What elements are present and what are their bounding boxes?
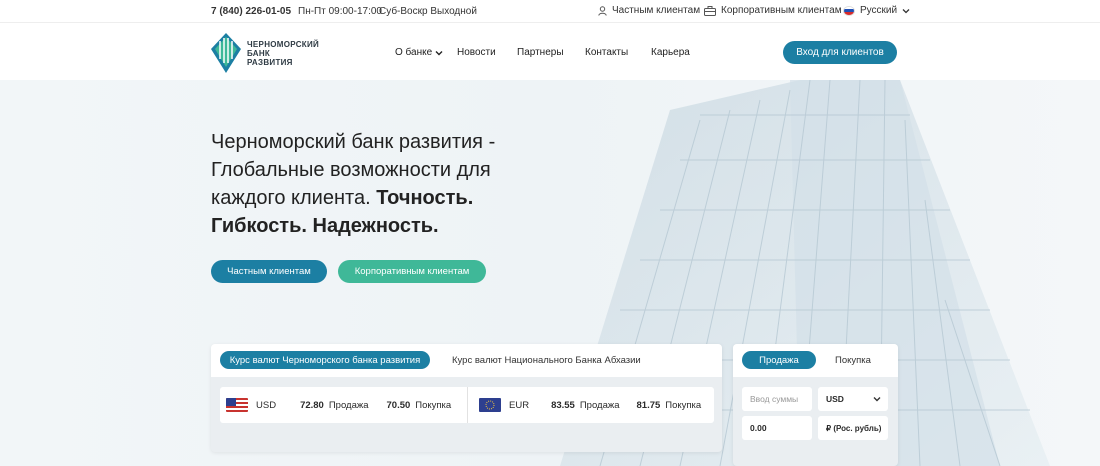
nav-contacts[interactable]: Контакты [585, 47, 628, 58]
tab-bank-rates[interactable]: Курс валют Черноморского банка развития [220, 351, 430, 369]
rates-tabs: Курс валют Черноморского банка развития … [211, 344, 722, 377]
nav-news[interactable]: Новости [457, 47, 496, 58]
rate-row-eur: EUR 83.55 Продажа 81.75 Покупка [479, 387, 701, 423]
hero-section: Черноморский банк развития - Глобальные … [0, 80, 1100, 466]
tab-buy[interactable]: Покупка [835, 355, 871, 366]
logo-line-3: РАЗВИТИЯ [247, 57, 293, 67]
language-selector[interactable]: Русский [843, 5, 910, 16]
top-corporate-label: Корпоративным клиентам [721, 5, 842, 16]
buy-rate: 81.75 [636, 399, 661, 411]
eu-flag-icon [479, 398, 501, 412]
result-field: 0.00 [742, 416, 812, 440]
sell-label: Продажа [579, 399, 620, 411]
main-header: ЧЕРНОМОРСКИЙ БАНК РАЗВИТИЯ О банке Новос… [0, 22, 1100, 80]
bank-logo-icon [211, 33, 241, 73]
nav-about[interactable]: О банке [395, 47, 443, 58]
nav-about-label: О банке [395, 47, 433, 58]
tab-national-bank-rates[interactable]: Курс валют Национального Банка Абхазии [452, 355, 641, 366]
russia-flag-icon [843, 5, 855, 16]
rates-divider [467, 387, 468, 423]
nav-career[interactable]: Карьера [651, 47, 690, 58]
buy-label: Покупка [665, 399, 702, 411]
currency-select-value: USD [826, 394, 844, 404]
sell-rate: 83.55 [551, 399, 575, 411]
briefcase-icon [704, 5, 716, 16]
sell-label: Продажа [328, 399, 369, 411]
phone-number[interactable]: 7 (840) 226-01-05 [211, 6, 291, 17]
nav-partners[interactable]: Партнеры [517, 47, 564, 58]
converter-tabs: Продажа Покупка [733, 344, 898, 377]
currency-code: USD [256, 399, 277, 411]
logo-text: ЧЕРНОМОРСКИЙ БАНК РАЗВИТИЯ [247, 40, 319, 67]
private-clients-button[interactable]: Частным клиентам [211, 260, 327, 283]
currency-code: EUR [509, 399, 530, 411]
sell-rate: 72.80 [300, 399, 324, 411]
top-private-label: Частным клиентам [612, 5, 701, 16]
buy-label: Покупка [415, 399, 452, 411]
working-hours: Пн-Пт 09:00-17:00 [298, 6, 382, 17]
weekend-hours: Суб-Воскр Выходной [379, 6, 477, 17]
corporate-clients-button[interactable]: Корпоративным клиентам [338, 260, 486, 283]
top-bar: 7 (840) 226-01-05 Пн-Пт 09:00-17:00 Суб-… [0, 0, 1100, 22]
currency-converter-card: Продажа Покупка Ввод суммы USD 0.00 ₽ (Р… [733, 344, 898, 466]
rate-row-usd: USD 72.80 Продажа 70.50 Покупка [226, 387, 451, 423]
usa-flag-icon [226, 398, 248, 412]
chevron-down-icon [435, 50, 443, 55]
result-currency: ₽ (Рос. рубль) [818, 416, 888, 440]
logo-line-1: ЧЕРНОМОРСКИЙ [247, 39, 320, 49]
tab-sell[interactable]: Продажа [742, 351, 816, 369]
exchange-rates-card: Курс валют Черноморского банка развития … [211, 344, 722, 452]
language-label: Русский [860, 5, 898, 16]
buy-rate: 70.50 [386, 399, 411, 411]
rates-list: USD 72.80 Продажа 70.50 Покупка EUR 83.5… [220, 387, 714, 423]
chevron-down-icon [873, 397, 881, 402]
top-private-link[interactable]: Частным клиентам [598, 5, 700, 16]
hero-title: Черноморский банк развития - Глобальные … [211, 128, 541, 240]
top-corporate-link[interactable]: Корпоративным клиентам [704, 5, 842, 16]
client-login-button[interactable]: Вход для клиентов [783, 41, 897, 64]
logo-line-2: БАНК [247, 48, 271, 58]
logo[interactable]: ЧЕРНОМОРСКИЙ БАНК РАЗВИТИЯ [211, 33, 319, 73]
amount-input[interactable]: Ввод суммы [742, 387, 812, 411]
chevron-down-icon [902, 8, 910, 13]
user-icon [598, 5, 607, 16]
currency-select[interactable]: USD [818, 387, 888, 411]
